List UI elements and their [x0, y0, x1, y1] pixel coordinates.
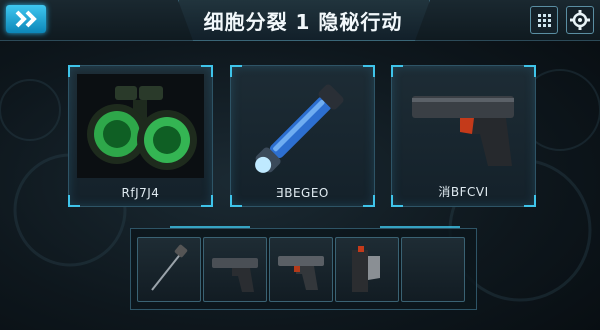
item-card-label: RfJ7J4	[121, 186, 160, 200]
item-card-pistol[interactable]: 消BFCVI	[391, 65, 536, 207]
flashlight-icon	[255, 84, 344, 173]
grid-menu-button[interactable]	[530, 6, 558, 34]
inventory-slot-1[interactable]	[137, 237, 201, 302]
item-card-label: ƎBEGEO	[276, 186, 329, 200]
back-button[interactable]	[6, 5, 46, 33]
inventory-slot-2[interactable]	[203, 237, 267, 302]
settings-button[interactable]	[566, 6, 594, 34]
night-vision-goggles-icon	[77, 74, 204, 178]
inventory-slot-3[interactable]	[269, 237, 333, 302]
item-card-night-vision[interactable]: RfJ7J4	[68, 65, 213, 207]
inventory-slot-4[interactable]	[335, 237, 399, 302]
pistol-icon	[412, 96, 514, 166]
double-chevron-right-icon	[15, 10, 37, 28]
page-title: 细胞分裂 1 隐秘行动	[203, 10, 403, 34]
gear-icon	[570, 10, 590, 30]
pistol-icon	[212, 258, 258, 292]
item-card-flashlight[interactable]: ƎBEGEO	[230, 65, 375, 207]
pistol-icon	[278, 256, 324, 290]
inventory-bar	[130, 228, 477, 310]
grid-menu-icon	[538, 14, 551, 27]
inventory-slot-5[interactable]	[401, 237, 465, 302]
item-card-label: 消BFCVI	[438, 185, 489, 199]
holster-icon	[352, 246, 380, 292]
lockpick-tool-icon	[151, 244, 188, 291]
